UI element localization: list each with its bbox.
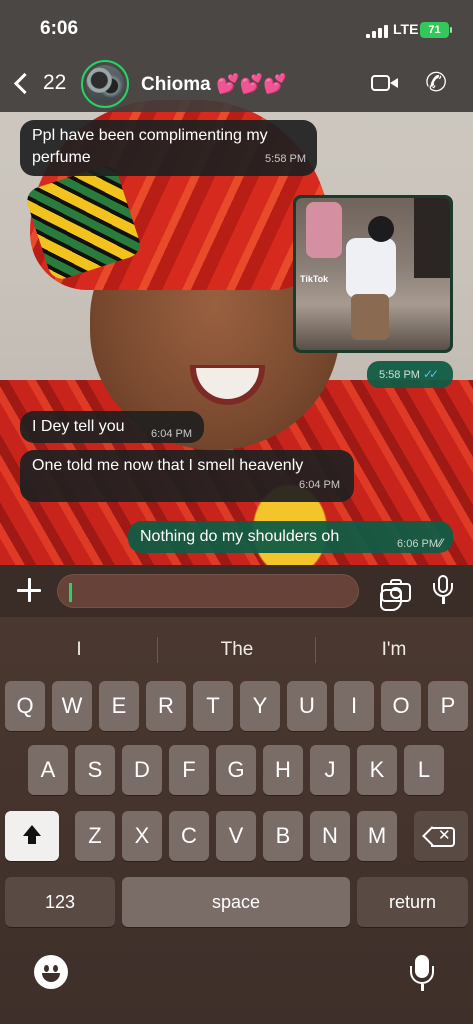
key-s[interactable]: S — [75, 745, 115, 795]
video-call-icon[interactable] — [371, 72, 399, 94]
key-p[interactable]: P — [428, 681, 468, 731]
key-q[interactable]: Q — [5, 681, 45, 731]
battery-icon: 71 — [420, 22, 452, 38]
message-outgoing[interactable]: Nothing do my shoulders oh 6:06 PM⁄⁄ — [128, 521, 453, 553]
read-receipt-icon: ✓✓ — [422, 367, 439, 381]
suggestion-1[interactable]: I — [4, 639, 154, 661]
key-f[interactable]: F — [169, 745, 209, 795]
key-r[interactable]: R — [146, 681, 186, 731]
back-button[interactable]: 22 — [8, 66, 68, 100]
suggestion-3[interactable]: I'm — [319, 639, 469, 661]
key-l[interactable]: L — [404, 745, 444, 795]
shift-arrow-icon — [23, 825, 41, 836]
message-text: I Dey tell you — [32, 418, 125, 435]
tiktok-watermark: TikTok — [300, 274, 329, 284]
message-time: 5:58 PM — [379, 369, 420, 381]
message-time: 6:04 PM — [299, 479, 340, 491]
backspace-icon: ✕ — [422, 826, 455, 847]
avatar[interactable] — [81, 60, 129, 108]
message-input[interactable] — [57, 574, 402, 611]
message-text: Nothing do my shoulders oh — [140, 528, 340, 545]
suggestion-2[interactable]: The — [162, 639, 312, 661]
key-u[interactable]: U — [287, 681, 327, 731]
numbers-key[interactable]: 123 — [5, 877, 115, 927]
key-j[interactable]: J — [310, 745, 350, 795]
camera-icon[interactable] — [381, 578, 411, 602]
message-time: 6:04 PM — [151, 428, 192, 440]
key-n[interactable]: N — [310, 811, 350, 861]
key-h[interactable]: H — [263, 745, 303, 795]
key-a[interactable]: A — [28, 745, 68, 795]
return-key[interactable]: return — [357, 877, 468, 927]
key-o[interactable]: O — [381, 681, 421, 731]
network-type: LTE — [393, 21, 419, 37]
message-incoming[interactable]: I Dey tell you 6:04 PM — [20, 411, 204, 443]
key-w[interactable]: W — [52, 681, 92, 731]
key-v[interactable]: V — [216, 811, 256, 861]
key-k[interactable]: K — [357, 745, 397, 795]
image-message[interactable]: TikTok — [293, 195, 453, 353]
space-key[interactable]: space — [122, 877, 350, 927]
message-footer: 6:06 PM⁄⁄ — [397, 532, 445, 555]
status-bar: 6:06 LTE 71 — [0, 0, 473, 58]
signal-icon — [366, 24, 388, 38]
key-b[interactable]: B — [263, 811, 303, 861]
key-m[interactable]: M — [357, 811, 397, 861]
plus-icon[interactable] — [16, 577, 42, 603]
key-g[interactable]: G — [216, 745, 256, 795]
key-d[interactable]: D — [122, 745, 162, 795]
text-cursor — [69, 583, 72, 602]
key-e[interactable]: E — [99, 681, 139, 731]
key-c[interactable]: C — [169, 811, 209, 861]
microphone-icon[interactable] — [433, 575, 453, 605]
message-composer — [0, 565, 473, 617]
key-y[interactable]: Y — [240, 681, 280, 731]
message-incoming[interactable]: Ppl have been complimenting my perfume 5… — [20, 120, 317, 176]
chevron-left-icon — [13, 72, 36, 94]
message-time: 5:58 PM — [265, 153, 306, 165]
keyboard: I The I'm Q W E R T Y U I O P A S D F G … — [0, 617, 473, 1024]
message-text: One told me now that I smell heavenly — [32, 457, 304, 474]
key-x[interactable]: X — [122, 811, 162, 861]
key-i[interactable]: I — [334, 681, 374, 731]
image-message-footer: 5:58 PM ✓✓ — [367, 361, 453, 388]
image-thumbnail: TikTok — [296, 198, 450, 350]
phone-call-icon[interactable]: ✆ — [419, 65, 453, 99]
dictation-microphone-icon[interactable] — [410, 955, 434, 993]
message-time: 6:06 PM — [397, 538, 438, 550]
status-time: 6:06 — [40, 18, 79, 39]
backspace-key[interactable]: ✕ — [414, 811, 468, 861]
key-t[interactable]: T — [193, 681, 233, 731]
message-text: Ppl have been complimenting my perfume — [32, 127, 268, 166]
emoji-icon[interactable] — [34, 955, 68, 989]
key-z[interactable]: Z — [75, 811, 115, 861]
shift-key[interactable] — [5, 811, 59, 861]
contact-name[interactable]: Chioma 💕💕💕 — [141, 72, 287, 96]
message-incoming[interactable]: One told me now that I smell heavenly 6:… — [20, 450, 354, 502]
unread-count: 22 — [43, 71, 67, 94]
